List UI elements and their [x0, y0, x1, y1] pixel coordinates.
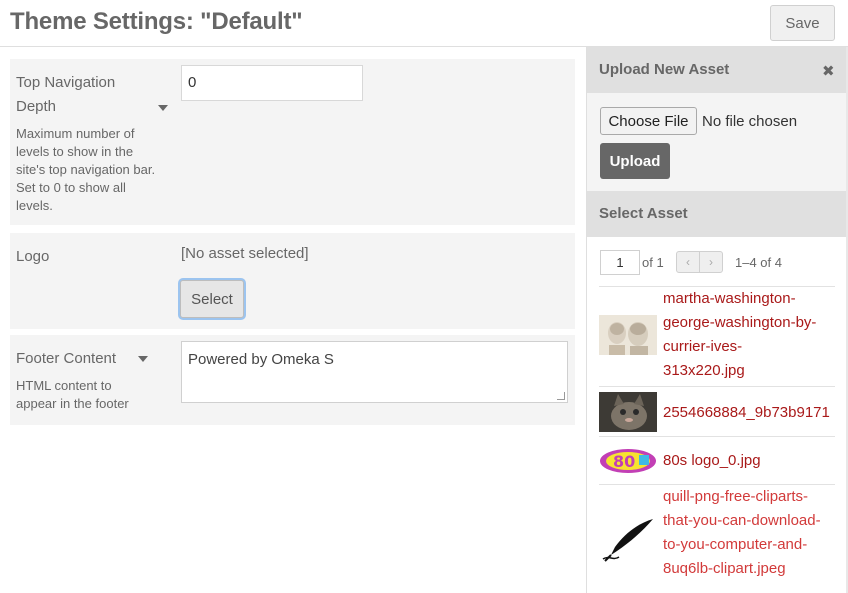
- asset-item[interactable]: martha-washington- george-washington-by-…: [599, 286, 835, 386]
- footer-label: Footer Content: [16, 350, 117, 367]
- asset-sidebar: Upload New Asset ✖ Choose File No file c…: [586, 47, 848, 593]
- footer-content-textarea[interactable]: Powered by Omeka S: [181, 341, 568, 403]
- upload-button[interactable]: Upload: [600, 143, 670, 179]
- field-footer-content: Footer Content HTML content to appear in…: [10, 335, 575, 425]
- asset-item[interactable]: 2554668884_9b73b9171: [599, 386, 835, 436]
- nav-depth-desc-5: levels.: [16, 198, 53, 213]
- previous-page-icon[interactable]: ‹: [676, 251, 700, 273]
- asset-name-line[interactable]: that-you-can-download-: [663, 509, 821, 533]
- logo-asset-status: [No asset selected]: [181, 245, 309, 262]
- nav-depth-desc-1: Maximum number of: [16, 126, 135, 141]
- asset-name-line[interactable]: martha-washington-: [663, 287, 796, 311]
- asset-name-line[interactable]: quill-png-free-cliparts-: [663, 485, 808, 509]
- collapse-caret-icon[interactable]: [138, 356, 148, 362]
- choose-file-button[interactable]: Choose File: [600, 107, 697, 135]
- page-total: of 1: [642, 255, 664, 270]
- asset-name-line[interactable]: 313x220.jpg: [663, 359, 745, 383]
- file-status: No file chosen: [702, 113, 798, 130]
- portrait-thumbnail-icon: [599, 315, 657, 355]
- asset-name-line[interactable]: 2554668884_9b73b9171: [663, 401, 830, 425]
- select-section-title: Select Asset: [599, 205, 688, 222]
- upload-section-header: Upload New Asset ✖: [587, 47, 847, 93]
- logo-label: Logo: [16, 248, 50, 265]
- asset-name-line[interactable]: currier-ives-: [663, 335, 742, 359]
- select-asset-button[interactable]: Select: [180, 280, 244, 318]
- asset-name-line[interactable]: george-washington-by-: [663, 311, 816, 335]
- save-button[interactable]: Save: [770, 5, 835, 41]
- upload-area: Choose File No file chosen Upload: [587, 93, 847, 191]
- field-nav-depth: Top Navigation Depth Maximum number of l…: [10, 59, 575, 225]
- nav-depth-label-line2: Depth: [16, 98, 57, 115]
- page-range: 1–4 of 4: [735, 255, 782, 270]
- page-number-input[interactable]: 1: [600, 250, 640, 275]
- quill-thumbnail-icon: [599, 515, 657, 563]
- asset-name-line[interactable]: 80s logo_0.jpg: [663, 449, 761, 473]
- close-icon[interactable]: ✖: [822, 62, 835, 80]
- asset-item[interactable]: 80 80s logo_0.jpg: [599, 436, 835, 484]
- asset-name-line[interactable]: to-you-computer-and-: [663, 533, 807, 557]
- kitten-thumbnail-icon: [599, 392, 657, 432]
- page-title: Theme Settings: "Default": [10, 8, 303, 35]
- next-page-icon[interactable]: ›: [699, 251, 723, 273]
- asset-pagination: 1 of 1 ‹ › 1–4 of 4: [587, 238, 847, 286]
- nav-depth-desc-2: levels to show in the: [16, 144, 134, 159]
- footer-desc-1: HTML content to: [16, 378, 112, 393]
- svg-text:80: 80: [613, 452, 635, 471]
- footer-content-value: Powered by Omeka S: [188, 351, 334, 368]
- 80s-logo-thumbnail-icon: 80: [599, 446, 657, 476]
- upload-section-title: Upload New Asset: [599, 61, 730, 78]
- nav-depth-input[interactable]: 0: [181, 65, 363, 101]
- page-header: Theme Settings: "Default" Save: [0, 0, 848, 47]
- footer-desc-2: appear in the footer: [16, 396, 129, 411]
- asset-name-line[interactable]: 8uq6lb-clipart.jpeg: [663, 557, 786, 581]
- nav-depth-desc-3: site's top navigation bar.: [16, 162, 156, 177]
- resize-grip-icon[interactable]: [557, 392, 565, 400]
- asset-item[interactable]: quill-png-free-cliparts- that-you-can-do…: [599, 484, 835, 588]
- nav-depth-label-line1: Top Navigation: [16, 74, 116, 91]
- collapse-caret-icon[interactable]: [158, 105, 168, 111]
- select-section-header: Select Asset: [587, 191, 847, 237]
- field-logo: Logo [No asset selected] Select: [10, 233, 575, 329]
- nav-depth-desc-4: Set to 0 to show all: [16, 180, 126, 195]
